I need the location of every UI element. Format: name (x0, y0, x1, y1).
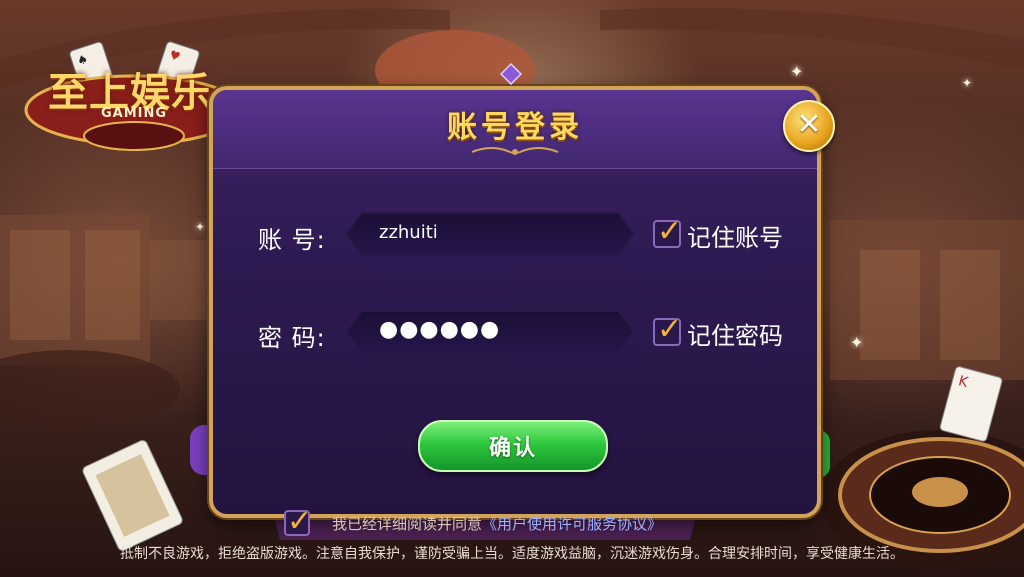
checkmark-icon: ✓ (657, 312, 683, 347)
gem-icon (500, 63, 522, 85)
title-flourish-icon (471, 147, 559, 155)
logo-subtitle: GAMING (100, 106, 168, 121)
password-input[interactable]: ●●●●●● (345, 310, 635, 354)
account-input[interactable]: zzhuiti (345, 212, 635, 256)
agreement-text: 我已经详细阅读并同意《用户使用许可服务协议》 (332, 513, 662, 534)
close-button[interactable]: ✕ (783, 100, 835, 152)
password-label: 密 码: (258, 324, 326, 352)
agreement-link[interactable]: 《用户使用许可服务协议》 (482, 515, 662, 533)
checkmark-icon: ✓ (657, 214, 683, 249)
dialog-title: 账号登录 (447, 110, 583, 145)
sparkle-icon: ✦ (790, 62, 804, 81)
account-value: zzhuiti (379, 222, 438, 243)
remember-account-label[interactable]: 记住账号 (687, 218, 783, 253)
agreement-checkbox[interactable]: ✓ (284, 504, 312, 539)
remember-account-checkbox[interactable]: ✓ (653, 214, 682, 249)
remember-password-label[interactable]: 记住密码 (687, 316, 783, 351)
checkmark-icon: ✓ (287, 504, 313, 539)
confirm-button[interactable]: 确认 (418, 420, 608, 472)
dialog-header: 账号登录 (213, 90, 817, 169)
agreement-prefix: 我已经详细阅读并同意 (332, 515, 483, 533)
footer-notice: 抵制不良游戏，拒绝盗版游戏。注意自我保护，谨防受骗上当。适度游戏益脑，沉迷游戏伤… (120, 546, 904, 562)
confirm-label: 确认 (488, 436, 537, 461)
close-icon: ✕ (796, 107, 822, 142)
account-label: 账 号: (258, 226, 326, 254)
sparkle-icon: ✦ (195, 220, 206, 234)
sparkle-icon: ✦ (850, 333, 864, 352)
password-value: ●●●●●● (379, 317, 501, 342)
sparkle-icon: ✦ (962, 76, 973, 90)
remember-password-checkbox[interactable]: ✓ (653, 312, 682, 347)
